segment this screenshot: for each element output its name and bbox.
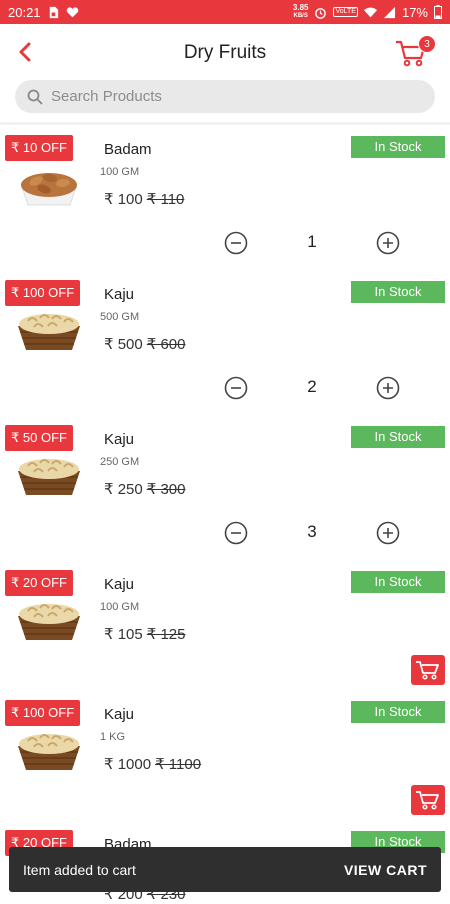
selling-price: ₹ 105 bbox=[104, 626, 143, 643]
product-name: Kaju bbox=[104, 576, 135, 593]
mrp-price: ₹ 300 bbox=[146, 481, 186, 498]
stock-badge: In Stock bbox=[351, 426, 445, 448]
signal-icon bbox=[383, 6, 396, 18]
offer-badge: ₹ 100 OFF bbox=[5, 280, 81, 306]
product-item: ₹ 20 OFF Kaju 100 GM ₹ 105 ₹ 125 In Stock bbox=[0, 560, 450, 690]
selling-price: ₹ 100 bbox=[104, 191, 143, 208]
view-cart-button[interactable]: VIEW CART bbox=[344, 862, 427, 878]
search-input[interactable] bbox=[51, 88, 391, 105]
product-name: Kaju bbox=[104, 431, 135, 448]
product-price: ₹ 100 ₹ 110 bbox=[104, 190, 184, 208]
heart-icon bbox=[66, 6, 78, 17]
snackbar-message: Item added to cart bbox=[23, 861, 136, 878]
selling-price: ₹ 1000 bbox=[104, 756, 152, 773]
snackbar: Item added to cart VIEW CART bbox=[9, 847, 441, 892]
decrease-qty-icon[interactable] bbox=[224, 521, 248, 545]
cashew-basket-image bbox=[18, 314, 80, 350]
quantity-value: 1 bbox=[307, 232, 317, 251]
product-price: ₹ 250 ₹ 300 bbox=[104, 480, 186, 498]
mrp-price: ₹ 110 bbox=[146, 191, 185, 208]
product-name: Kaju bbox=[104, 706, 135, 723]
add-to-cart-button[interactable] bbox=[411, 785, 445, 815]
increase-qty-icon[interactable] bbox=[376, 231, 400, 255]
wifi-icon bbox=[363, 7, 377, 17]
mrp-price: ₹ 1100 bbox=[155, 756, 202, 773]
offer-badge: ₹ 100 OFF bbox=[5, 700, 81, 726]
quantity-value: 3 bbox=[307, 522, 317, 541]
product-price: ₹ 105 ₹ 125 bbox=[104, 625, 186, 643]
product-weight: 100 GM bbox=[100, 601, 140, 613]
battery-icon bbox=[434, 5, 442, 19]
battery-level: 17% bbox=[401, 4, 428, 20]
product-price: ₹ 500 ₹ 600 bbox=[104, 335, 186, 353]
decrease-qty-icon[interactable] bbox=[224, 376, 248, 400]
increase-qty-icon[interactable] bbox=[376, 521, 400, 545]
product-weight: 500 GM bbox=[100, 311, 140, 323]
volte-badge: VoLTE bbox=[333, 7, 358, 17]
add-to-cart-icon bbox=[416, 661, 439, 680]
page-title: Dry Fruits bbox=[183, 42, 267, 63]
status-time: 20:21 bbox=[8, 4, 41, 20]
app-header: Dry Fruits 3 bbox=[0, 24, 450, 82]
cart-count-badge: 3 bbox=[418, 35, 436, 53]
quantity-value: 2 bbox=[307, 377, 317, 396]
product-list: ₹ 10 OFF Badam 100 GM ₹ 100 ₹ 110 In Stoc… bbox=[0, 125, 450, 903]
cashew-basket-image bbox=[18, 459, 80, 495]
selling-price: ₹ 500 bbox=[104, 336, 143, 353]
product-item: ₹ 100 OFF Kaju 1 KG ₹ 1000 ₹ 1100 In Stoc… bbox=[0, 690, 450, 820]
network-speed: 3.85 KB/S bbox=[292, 3, 309, 20]
mrp-price: ₹ 600 bbox=[146, 336, 186, 353]
product-name: Badam bbox=[104, 141, 152, 158]
cashew-basket-image bbox=[18, 734, 80, 770]
stock-badge: In Stock bbox=[351, 701, 445, 723]
product-name: Kaju bbox=[104, 286, 135, 303]
product-item: ₹ 100 OFF Kaju 500 GM ₹ 500 ₹ 600 In Stoc… bbox=[0, 270, 450, 415]
offer-badge: ₹ 10 OFF bbox=[5, 135, 73, 161]
cashew-basket-image bbox=[18, 604, 80, 640]
offer-badge: ₹ 20 OFF bbox=[5, 570, 73, 596]
product-price: ₹ 1000 ₹ 1100 bbox=[104, 755, 201, 773]
almonds-image bbox=[21, 173, 77, 206]
product-item: ₹ 50 OFF Kaju 250 GM ₹ 250 ₹ 300 In Stock… bbox=[0, 415, 450, 560]
product-weight: 250 GM bbox=[100, 456, 140, 468]
product-weight: 1 KG bbox=[100, 731, 126, 743]
mrp-price: ₹ 125 bbox=[146, 626, 186, 643]
sim-card-icon bbox=[49, 6, 58, 18]
stock-badge: In Stock bbox=[351, 571, 445, 593]
add-to-cart-button[interactable] bbox=[411, 655, 445, 685]
stock-badge: In Stock bbox=[351, 281, 445, 303]
selling-price: ₹ 250 bbox=[104, 481, 143, 498]
decrease-qty-icon[interactable] bbox=[224, 231, 248, 255]
product-weight: 100 GM bbox=[100, 166, 140, 178]
search-icon bbox=[27, 89, 43, 105]
increase-qty-icon[interactable] bbox=[376, 376, 400, 400]
alarm-icon bbox=[315, 7, 327, 19]
add-to-cart-icon bbox=[416, 791, 439, 810]
search-bar[interactable] bbox=[15, 80, 435, 113]
offer-badge: ₹ 50 OFF bbox=[5, 425, 73, 451]
stock-badge: In Stock bbox=[351, 136, 445, 158]
cart-button[interactable]: 3 bbox=[394, 35, 436, 70]
status-bar: 20:21 3.85 KB/S VoLTE 17% bbox=[0, 0, 450, 24]
product-item: ₹ 10 OFF Badam 100 GM ₹ 100 ₹ 110 In Stoc… bbox=[0, 125, 450, 270]
